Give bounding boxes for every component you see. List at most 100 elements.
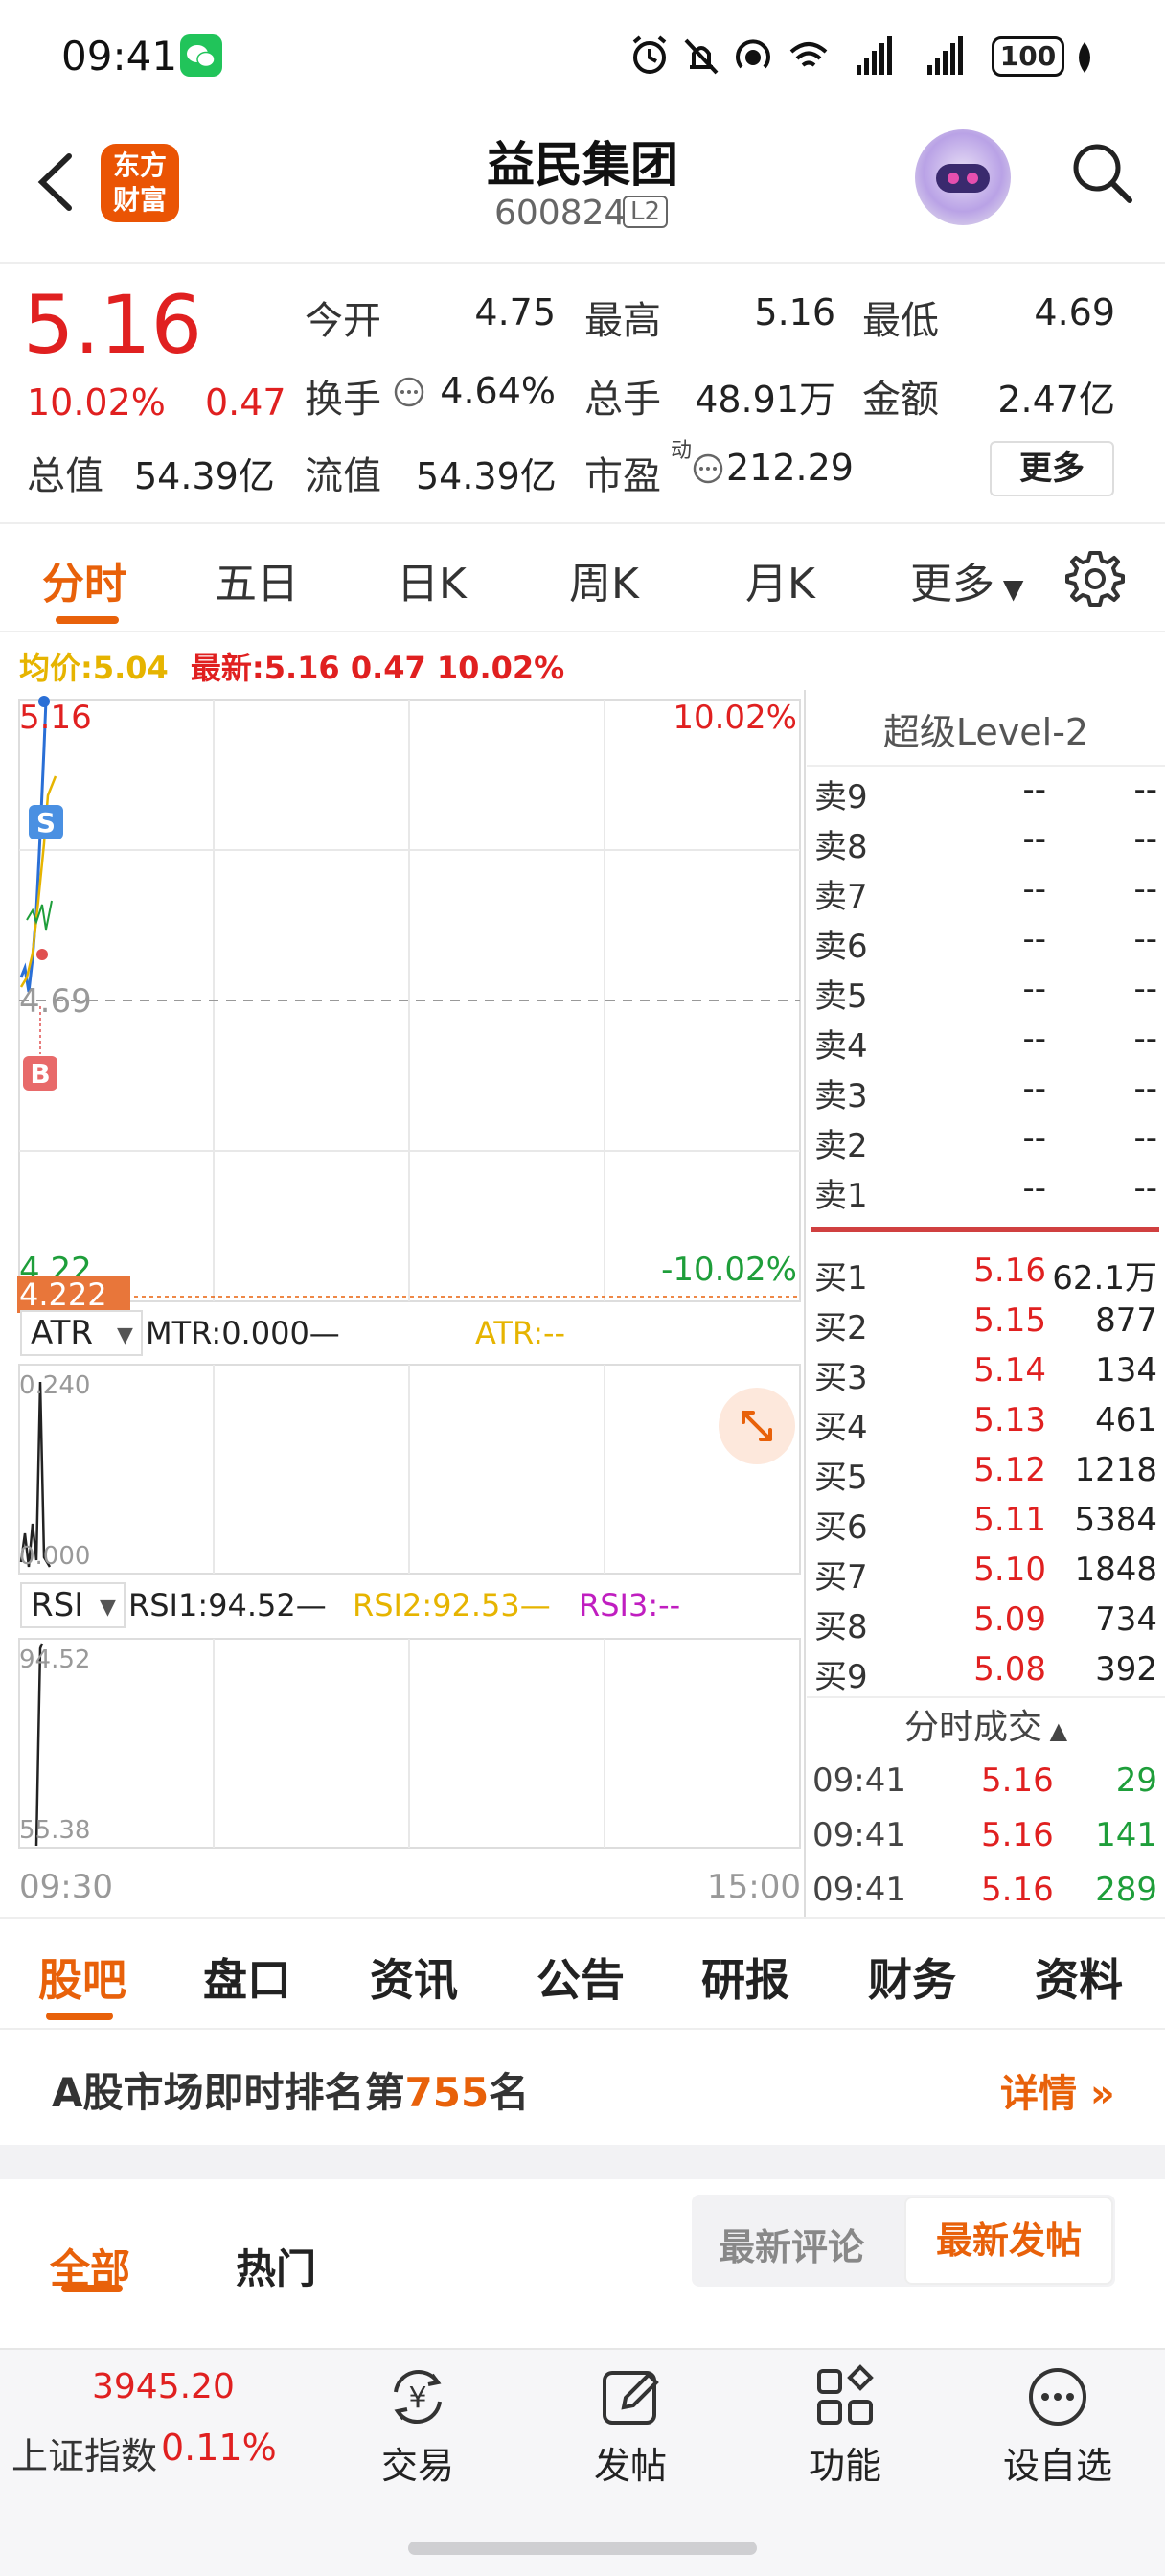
bid-row[interactable]: 买1 5.16 62.1万 bbox=[811, 1248, 1161, 1298]
bid-row[interactable]: 买7 5.10 1848 bbox=[811, 1547, 1161, 1597]
time-trades-title: 分时成交 bbox=[903, 1708, 1042, 1747]
caret-down-icon: ▼ bbox=[100, 1596, 116, 1620]
tab-profile[interactable]: 资料 bbox=[1035, 1945, 1123, 2009]
bid-row[interactable]: 买3 5.14 134 bbox=[811, 1347, 1161, 1397]
open-value: 4.75 bbox=[474, 291, 556, 334]
gear-icon[interactable] bbox=[1062, 545, 1129, 612]
caret-up-icon: ▲ bbox=[1041, 1717, 1068, 1744]
tab-news[interactable]: 资讯 bbox=[370, 1945, 458, 2009]
nav-watchlist-label: 设自选 bbox=[1002, 2445, 1112, 2487]
index-value[interactable]: 3945.20 bbox=[92, 2367, 235, 2406]
ask-label: 卖9 bbox=[814, 778, 868, 816]
trade-row[interactable]: 09:41 5.16 141 bbox=[811, 1812, 1161, 1866]
level2-title[interactable]: 超级Level-2 bbox=[807, 698, 1165, 767]
bid-volume: 461 bbox=[1095, 1401, 1157, 1439]
atr-y-bottom: 0.000 bbox=[19, 1542, 90, 1571]
filter-hot[interactable]: 热门 bbox=[236, 2237, 316, 2295]
current-price: 5.16 bbox=[23, 278, 203, 372]
tab-intraday[interactable]: 分时 bbox=[42, 549, 126, 610]
tab-weekly-k[interactable]: 周K bbox=[569, 549, 639, 610]
change-percent: 10.02% bbox=[27, 381, 166, 424]
sort-latest-post[interactable]: 最新发帖 bbox=[904, 2196, 1113, 2285]
ask-price: -- bbox=[1022, 1020, 1046, 1058]
ask-row[interactable]: 卖5 -- -- bbox=[811, 966, 1161, 1016]
ask-row[interactable]: 卖6 -- -- bbox=[811, 916, 1161, 966]
bid-price: 5.13 bbox=[973, 1401, 1046, 1439]
info-icon[interactable] bbox=[692, 452, 724, 485]
market-rank-bar[interactable]: A股市场即时排名第755名 详情 » bbox=[0, 2030, 1165, 2145]
tab-more[interactable]: 更多 ▼ bbox=[910, 549, 1023, 610]
trade-row[interactable]: 09:41 5.16 289 bbox=[811, 1867, 1161, 1920]
bid-row[interactable]: 买9 5.08 392 bbox=[811, 1646, 1161, 1696]
leaf-icon bbox=[1079, 42, 1090, 73]
tab-pankou[interactable]: 盘口 bbox=[203, 1945, 291, 2009]
turnover-value: 4.64% bbox=[440, 370, 556, 412]
battery-indicator: 100 bbox=[992, 36, 1064, 77]
tab-finance[interactable]: 财务 bbox=[868, 1945, 956, 2009]
double-chevron-right-icon: » bbox=[1077, 2072, 1115, 2116]
ask-volume: -- bbox=[1133, 1020, 1157, 1058]
trade-time: 09:41 bbox=[812, 1871, 906, 1909]
yuan-refresh-icon: ¥ bbox=[394, 2369, 442, 2425]
pct-axis-bottom: -10.02% bbox=[661, 1251, 797, 1289]
ask-label: 卖3 bbox=[814, 1077, 868, 1116]
ask-row[interactable]: 卖9 -- -- bbox=[811, 767, 1161, 816]
rank-detail-label: 详情 bbox=[1000, 2072, 1077, 2116]
trade-volume: 289 bbox=[1095, 1871, 1157, 1909]
search-icon[interactable] bbox=[1068, 139, 1135, 206]
ask-label: 卖2 bbox=[814, 1127, 868, 1165]
bid-price: 5.09 bbox=[973, 1600, 1046, 1639]
high-value: 5.16 bbox=[754, 291, 835, 334]
bid-row[interactable]: 买4 5.13 461 bbox=[811, 1397, 1161, 1447]
nav-function-button[interactable]: 功能 bbox=[778, 2363, 912, 2497]
ask-row[interactable]: 卖7 -- -- bbox=[811, 866, 1161, 916]
bid-ask-divider bbox=[811, 1227, 1159, 1232]
nav-watchlist-button[interactable]: 设自选 bbox=[991, 2363, 1125, 2497]
nav-trade-button[interactable]: ¥ 交易 bbox=[351, 2363, 485, 2497]
bid-row[interactable]: 买8 5.09 734 bbox=[811, 1597, 1161, 1646]
more-quote-button[interactable]: 更多 bbox=[990, 441, 1114, 496]
sort-latest-comment[interactable]: 最新评论 bbox=[719, 2218, 864, 2270]
tab-research[interactable]: 研报 bbox=[701, 1945, 789, 2009]
ask-row[interactable]: 卖3 -- -- bbox=[811, 1066, 1161, 1116]
rank-suffix: 名 bbox=[489, 2069, 530, 2116]
bid-volume: 1218 bbox=[1074, 1451, 1157, 1489]
assistant-robot-icon[interactable] bbox=[915, 129, 1011, 225]
bid-row[interactable]: 买5 5.12 1218 bbox=[811, 1447, 1161, 1497]
change-amount: 0.47 bbox=[205, 381, 286, 424]
ask-volume: -- bbox=[1133, 870, 1157, 908]
bid-volume: 877 bbox=[1095, 1301, 1157, 1340]
index-name[interactable]: 上证指数 bbox=[11, 2426, 157, 2479]
tab-guba[interactable]: 股吧 bbox=[38, 1945, 126, 2009]
bid-price: 5.10 bbox=[973, 1551, 1046, 1589]
ask-row[interactable]: 卖4 -- -- bbox=[811, 1016, 1161, 1066]
amount-value: 2.47亿 bbox=[997, 379, 1115, 421]
time-trades-header[interactable]: 分时成交 ▲ bbox=[807, 1696, 1165, 1756]
ask-volume: -- bbox=[1133, 1169, 1157, 1208]
tab-daily-k[interactable]: 日K bbox=[397, 549, 467, 610]
tab-five-day[interactable]: 五日 bbox=[215, 549, 299, 610]
ask-price: -- bbox=[1022, 1070, 1046, 1108]
ask-row[interactable]: 卖2 -- -- bbox=[811, 1116, 1161, 1165]
rank-detail-link[interactable]: 详情 » bbox=[1000, 2062, 1115, 2118]
active-filter-indicator bbox=[61, 2285, 123, 2292]
ask-row[interactable]: 卖1 -- -- bbox=[811, 1165, 1161, 1215]
y-axis-mid: 4.69 bbox=[19, 982, 92, 1021]
bid-price: 5.12 bbox=[973, 1451, 1046, 1489]
ask-label: 卖1 bbox=[814, 1177, 868, 1215]
volume-label: 总手 bbox=[584, 378, 661, 422]
bid-row[interactable]: 买2 5.15 877 bbox=[811, 1298, 1161, 1347]
pe-sup: 动 bbox=[671, 439, 693, 463]
pct-axis-top: 10.02% bbox=[673, 699, 797, 737]
intraday-chart-area[interactable]: S B 5.16 4.69 4.22 10.02% -10.02% 4.222 … bbox=[0, 690, 807, 1917]
info-icon[interactable] bbox=[393, 376, 425, 408]
tab-announcements[interactable]: 公告 bbox=[537, 1945, 625, 2009]
nav-function-label: 功能 bbox=[808, 2445, 881, 2487]
nav-post-button[interactable]: 发帖 bbox=[563, 2363, 697, 2497]
trade-row[interactable]: 09:41 5.16 29 bbox=[811, 1758, 1161, 1811]
rank-number: 755 bbox=[404, 2069, 490, 2116]
ask-row[interactable]: 卖8 -- -- bbox=[811, 816, 1161, 866]
bid-label: 买5 bbox=[814, 1459, 868, 1497]
tab-monthly-k[interactable]: 月K bbox=[745, 549, 815, 610]
bid-row[interactable]: 买6 5.11 5384 bbox=[811, 1497, 1161, 1547]
